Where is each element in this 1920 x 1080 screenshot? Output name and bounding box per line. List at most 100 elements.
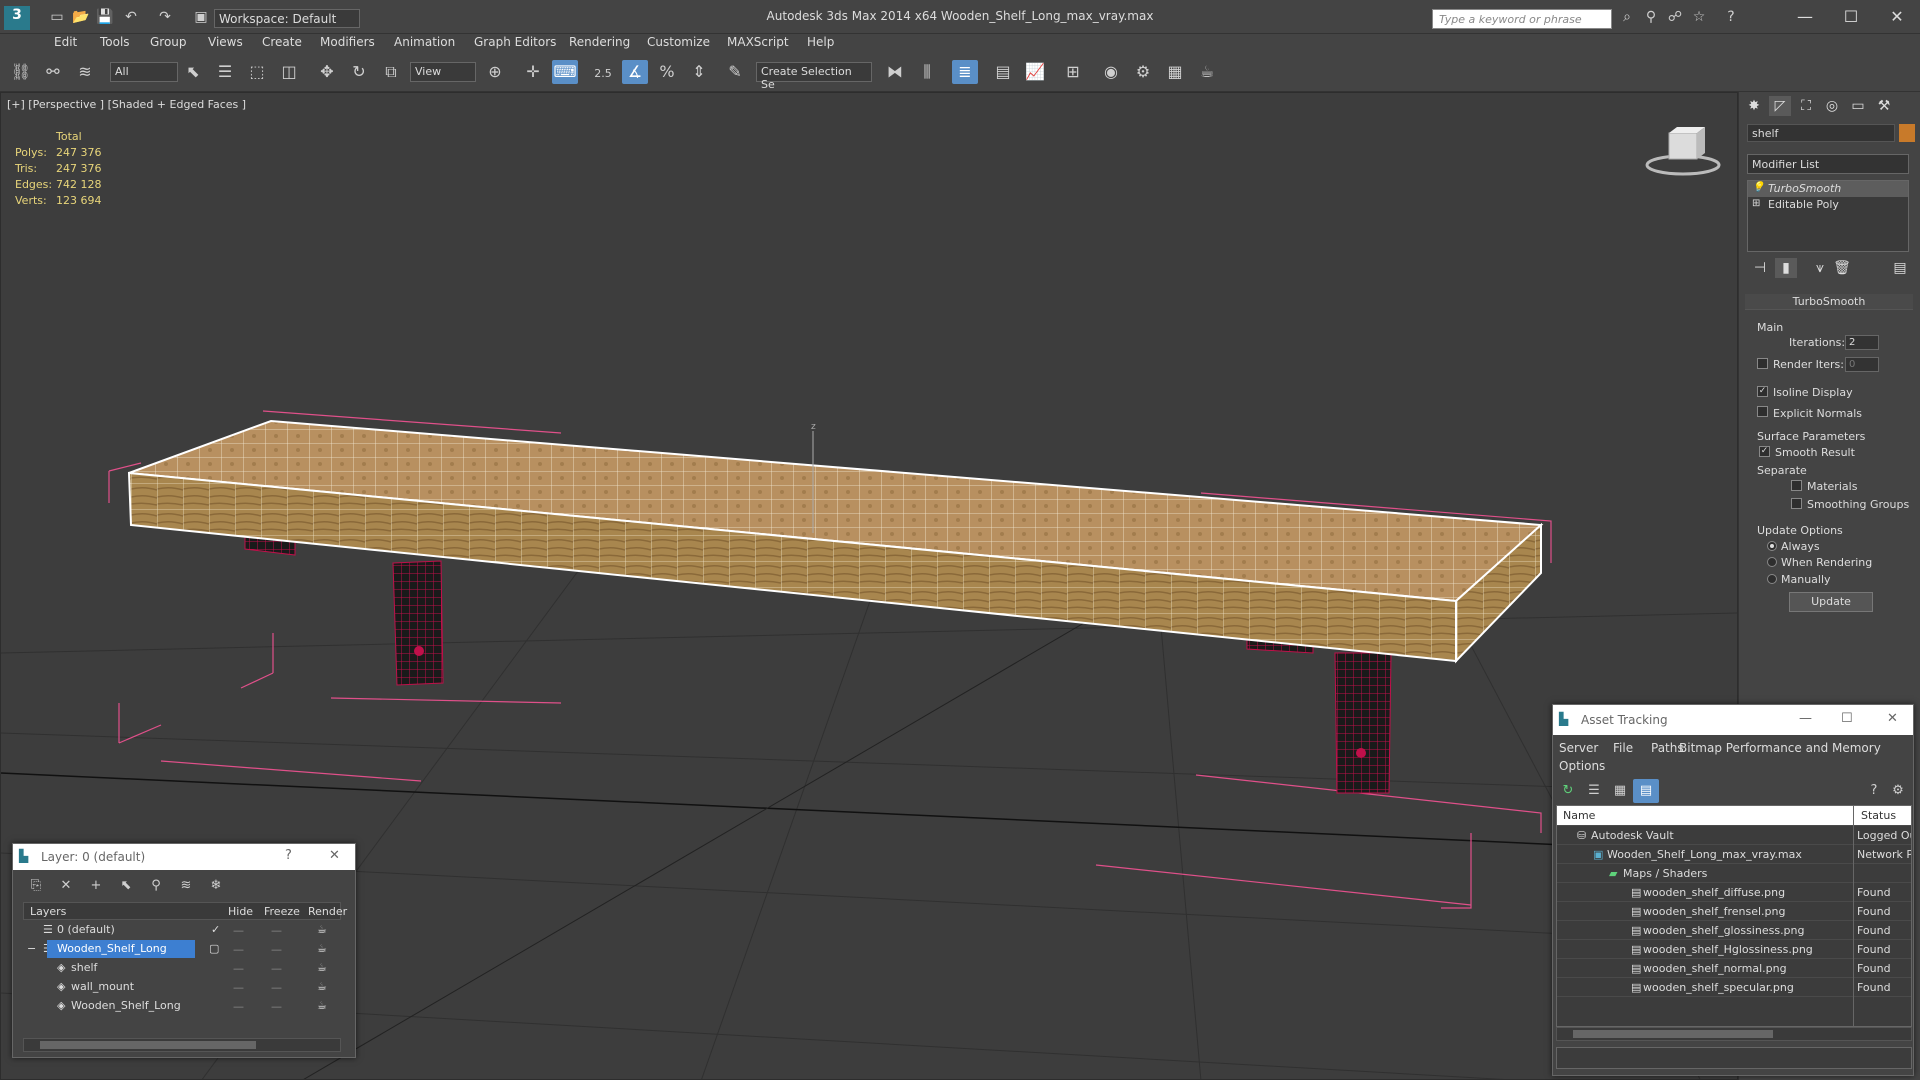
binoculars-icon[interactable]: ⌕	[1618, 8, 1636, 26]
rendered-frame-window-icon[interactable]: ▦	[1162, 60, 1188, 84]
layer-object-row[interactable]: ◈ Wooden_Shelf_Long — — ☕	[23, 997, 341, 1016]
asset-row[interactable]: ▣ Wooden_Shelf_Long_max_vray.max Network…	[1557, 845, 1911, 864]
hide-toggle[interactable]: —	[233, 1000, 244, 1013]
asset-horizontal-scrollbar[interactable]	[1556, 1027, 1912, 1041]
window-crossing-icon[interactable]: ◫	[276, 60, 302, 84]
menu-server[interactable]: Server	[1559, 741, 1598, 755]
move-icon[interactable]: ✥	[314, 60, 340, 84]
display-tab-icon[interactable]: ▭	[1847, 96, 1869, 116]
layer-row[interactable]: − ☰ Wooden_Shelf_Long ▢ — — ☕	[23, 940, 341, 959]
hide-toggle[interactable]: —	[233, 943, 244, 956]
freeze-all-layers-icon[interactable]: ❄	[203, 874, 229, 898]
make-current-box-icon[interactable]: ▢	[209, 942, 219, 955]
search-input[interactable]: Type a keyword or phrase	[1432, 9, 1612, 29]
bind-space-warp-icon[interactable]: ≋	[72, 60, 98, 84]
stack-item-editable-poly[interactable]: ⊞ Editable Poly	[1748, 197, 1908, 213]
highlight-selected-icon[interactable]: ⚲	[143, 874, 169, 898]
menu-modifiers[interactable]: Modifiers	[320, 35, 375, 49]
asset-dialog-titlebar[interactable]: ▙ Asset Tracking — ☐ ✕	[1553, 705, 1913, 735]
menu-views[interactable]: Views	[208, 35, 243, 49]
curve-editor-icon[interactable]: 📈	[1022, 60, 1048, 84]
col-freeze[interactable]: Freeze	[264, 905, 300, 918]
column-divider[interactable]	[1853, 806, 1854, 1026]
named-selection-dropdown[interactable]: Create Selection Se	[756, 62, 872, 91]
render-setup-icon[interactable]: ⚙	[1130, 60, 1156, 84]
menu-help[interactable]: Help	[807, 35, 834, 49]
iterations-spinner[interactable]: 2	[1845, 335, 1879, 350]
material-editor-icon[interactable]: ◉	[1098, 60, 1124, 84]
subscription-icon[interactable]: ⚲	[1642, 8, 1660, 26]
minimize-button[interactable]: —	[1790, 6, 1820, 28]
smoothing-groups-checkbox[interactable]	[1791, 498, 1802, 509]
refresh-icon[interactable]: ↻	[1555, 779, 1581, 803]
collapse-icon[interactable]: −	[27, 942, 36, 955]
rotate-icon[interactable]: ↻	[346, 60, 372, 84]
table-view-icon[interactable]: ▤	[1633, 779, 1659, 803]
select-by-name-icon[interactable]: ☰	[212, 60, 238, 84]
mirror-icon[interactable]: ⧓	[882, 60, 908, 84]
lightbulb-icon[interactable]: 💡	[1752, 182, 1764, 193]
menu-tools[interactable]: Tools	[100, 35, 130, 49]
freeze-toggle[interactable]: —	[271, 924, 282, 937]
col-hide[interactable]: Hide	[228, 905, 253, 918]
hide-toggle[interactable]: —	[233, 981, 244, 994]
render-teapot-icon[interactable]: ☕	[317, 980, 327, 993]
keyboard-shortcut-override-icon[interactable]: ⌨	[552, 60, 578, 84]
dialog-maximize-button[interactable]: ☐	[1841, 711, 1853, 726]
update-button[interactable]: Update	[1789, 592, 1873, 612]
snaps-toggle-icon[interactable]: 2.5	[590, 60, 616, 84]
schematic-view-icon[interactable]: ⊞	[1060, 60, 1086, 84]
menu-bitmap-performance[interactable]: Bitmap Performance and Memory	[1679, 741, 1881, 755]
hierarchy-tab-icon[interactable]: ⛶	[1795, 96, 1817, 116]
asset-row[interactable]: ▤ wooden_shelf_specular.png Found	[1557, 978, 1911, 997]
render-iters-spinner[interactable]: 0	[1845, 357, 1879, 372]
menu-rendering[interactable]: Rendering	[569, 35, 630, 49]
menu-maxscript[interactable]: MAXScript	[727, 35, 789, 49]
layer-object-row[interactable]: ◈ wall_mount — — ☕	[23, 978, 341, 997]
isoline-display-checkbox[interactable]: ✓	[1757, 386, 1768, 397]
explicit-normals-checkbox[interactable]	[1757, 406, 1768, 417]
object-name-field[interactable]: shelf	[1747, 124, 1895, 142]
layer-row[interactable]: ☰ 0 (default) ✓ — — ☕	[23, 921, 341, 940]
menu-file[interactable]: File	[1613, 741, 1633, 755]
dialog-close-button[interactable]: ✕	[1887, 711, 1898, 726]
create-new-layer-icon[interactable]: ⎘	[23, 874, 49, 898]
pivot-center-icon[interactable]: ⊕	[482, 60, 508, 84]
rollout-title[interactable]: TurboSmooth	[1745, 294, 1913, 310]
reference-coordinate-dropdown[interactable]: View	[410, 62, 476, 82]
render-teapot-icon[interactable]: ☕	[317, 961, 327, 974]
favorites-star-icon[interactable]: ☆	[1690, 8, 1708, 26]
select-objects-in-layer-icon[interactable]: ⬉	[113, 874, 139, 898]
freeze-toggle[interactable]: —	[271, 962, 282, 975]
add-to-layer-icon[interactable]: +	[83, 874, 109, 898]
help-icon[interactable]: ?	[1722, 8, 1740, 26]
scrollbar-thumb[interactable]	[40, 1041, 256, 1049]
viewport-label[interactable]: [+] [Perspective ] [Shaded + Edged Faces…	[7, 98, 246, 111]
close-button[interactable]: ✕	[1882, 6, 1912, 28]
menu-create[interactable]: Create	[262, 35, 302, 49]
list-view-icon[interactable]: ☰	[1581, 779, 1607, 803]
dialog-minimize-button[interactable]: —	[1799, 711, 1812, 726]
delete-layer-icon[interactable]: ✕	[53, 874, 79, 898]
layer-horizontal-scrollbar[interactable]	[23, 1038, 341, 1052]
asset-row[interactable]: ▰ Maps / Shaders	[1557, 864, 1911, 883]
dialog-help-button[interactable]: ?	[285, 848, 292, 863]
utilities-tab-icon[interactable]: ⚒	[1873, 96, 1895, 116]
when-rendering-radio[interactable]	[1767, 557, 1777, 567]
menu-options[interactable]: Options	[1559, 759, 1605, 773]
asset-row[interactable]: ▤ wooden_shelf_Hglossiness.png Found	[1557, 940, 1911, 959]
col-render[interactable]: Render	[308, 905, 347, 918]
align-icon[interactable]: ⫼	[914, 60, 940, 84]
hide-toggle[interactable]: —	[233, 924, 244, 937]
always-radio[interactable]	[1767, 541, 1777, 551]
hide-all-layers-icon[interactable]: ≋	[173, 874, 199, 898]
select-and-link-icon[interactable]: ⛓	[8, 60, 34, 84]
render-teapot-icon[interactable]: ☕	[317, 999, 327, 1012]
dialog-close-button[interactable]: ✕	[329, 848, 340, 863]
freeze-toggle[interactable]: —	[271, 981, 282, 994]
asset-row[interactable]: ▤ wooden_shelf_normal.png Found	[1557, 959, 1911, 978]
viewcube-icon[interactable]	[1645, 127, 1721, 176]
modify-tab-icon[interactable]: ◸	[1769, 96, 1791, 116]
motion-tab-icon[interactable]: ◎	[1821, 96, 1843, 116]
layer-object-row[interactable]: ◈ shelf — — ☕	[23, 959, 341, 978]
